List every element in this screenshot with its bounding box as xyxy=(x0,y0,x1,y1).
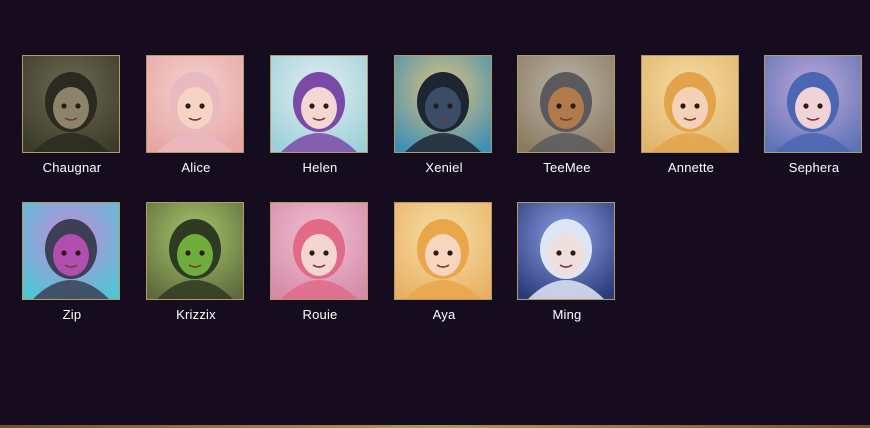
hero-name: Chaugnar xyxy=(42,160,102,175)
hero-card[interactable]: Aya xyxy=(394,202,494,322)
helen-portrait xyxy=(271,56,367,152)
hero-name: Zip xyxy=(62,307,82,322)
hero-portrait-zip xyxy=(22,202,120,300)
krizzix-portrait xyxy=(147,203,243,299)
hero-name: Aya xyxy=(432,307,456,322)
hero-card[interactable]: Alice xyxy=(146,55,246,175)
hero-portrait-xeniel xyxy=(394,55,492,153)
hero-name: Annette xyxy=(667,160,715,175)
hero-card[interactable]: Rouie xyxy=(270,202,370,322)
hero-portrait-teemee xyxy=(517,55,615,153)
hero-portrait-krizzix xyxy=(146,202,244,300)
hero-card[interactable]: Annette xyxy=(641,55,741,175)
hero-name: Rouie xyxy=(302,307,338,322)
hero-card[interactable]: Krizzix xyxy=(146,202,246,322)
hero-portrait-annette xyxy=(641,55,739,153)
hero-name: TeeMee xyxy=(543,160,591,175)
hero-portrait-helen xyxy=(270,55,368,153)
hero-card[interactable]: Helen xyxy=(270,55,370,175)
hero-name: Ming xyxy=(552,307,582,322)
ming-portrait xyxy=(518,203,614,299)
hero-card[interactable]: Zip xyxy=(22,202,122,322)
hero-portrait-sephera xyxy=(764,55,862,153)
hero-portrait-alice xyxy=(146,55,244,153)
hero-portrait-chaugnar xyxy=(22,55,120,153)
sephera-portrait xyxy=(765,56,861,152)
hero-name: Helen xyxy=(302,160,338,175)
hero-card[interactable]: TeeMee xyxy=(517,55,617,175)
zip-portrait xyxy=(23,203,119,299)
hero-card[interactable]: Ming xyxy=(517,202,617,322)
alice-portrait xyxy=(147,56,243,152)
annette-portrait xyxy=(642,56,738,152)
aya-portrait xyxy=(395,203,491,299)
hero-portrait-aya xyxy=(394,202,492,300)
hero-card[interactable]: Chaugnar xyxy=(22,55,122,175)
hero-portrait-ming xyxy=(517,202,615,300)
hero-portrait-rouie xyxy=(270,202,368,300)
rouie-portrait xyxy=(271,203,367,299)
xeniel-portrait xyxy=(395,56,491,152)
hero-name: Krizzix xyxy=(176,307,216,322)
hero-name: Alice xyxy=(181,160,211,175)
hero-name: Sephera xyxy=(788,160,840,175)
hero-grid: Chaugnar Alice Helen Xeniel TeeMee Annet… xyxy=(0,0,870,428)
chaugnar-portrait xyxy=(23,56,119,152)
teemee-portrait xyxy=(518,56,614,152)
hero-card[interactable]: Sephera xyxy=(764,55,864,175)
hero-card[interactable]: Xeniel xyxy=(394,55,494,175)
hero-name: Xeniel xyxy=(425,160,463,175)
